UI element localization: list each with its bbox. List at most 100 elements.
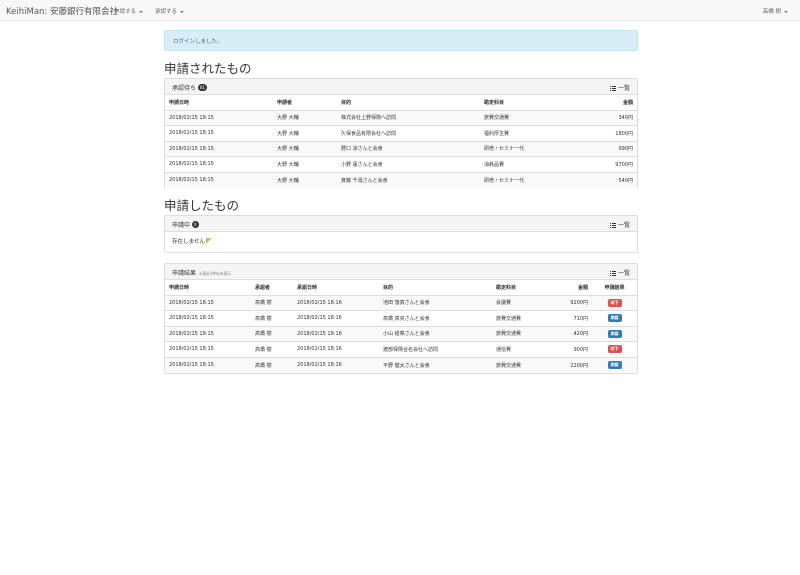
chevron-down-icon <box>180 10 185 13</box>
results-table: 申請日時 承認者 承認日時 目的 勘定科目 金額 申請結果 2018/02/15… <box>165 280 637 373</box>
cell-approver: 高橋 樹 <box>251 310 293 326</box>
user-menu[interactable]: 高橋 樹 <box>763 7 788 15</box>
results-list-link[interactable]: 一覧 <box>609 268 630 277</box>
cell-approver: 高橋 樹 <box>251 356 293 373</box>
brand-link[interactable]: KeihiMan: 安藤銀行有限会社 <box>6 5 118 17</box>
cell-amount: 9700円 <box>580 156 637 172</box>
pending-title-label: 承認待ち <box>172 85 197 92</box>
col-purpose: 目的 <box>379 280 492 296</box>
cell-purpose: 斉藤 千尋さんと会食 <box>337 171 480 188</box>
applying-title: 申請中 0 <box>172 220 199 229</box>
results-panel-heading: 申請結果 ※直近5件のみ表示 一覧 <box>165 264 637 280</box>
col-amount: 金額 <box>580 95 637 111</box>
applying-count-badge: 0 <box>192 221 199 228</box>
cell-result: 承認 <box>592 325 637 342</box>
applying-panel: 申請中 0 一覧 存在しません <box>164 215 638 253</box>
applying-title-label: 申請中 <box>172 222 191 229</box>
cell-amount: 9200円 <box>552 294 592 311</box>
party-popper-icon <box>205 238 212 244</box>
cell-approved-date: 2018/02/15 18:16 <box>293 294 379 311</box>
cell-approved-date: 2018/02/15 18:16 <box>293 356 379 373</box>
cell-applicant: 大野 大輔 <box>273 171 337 188</box>
apply-menu-label: 申請する <box>114 9 137 15</box>
cell-account: 通信費 <box>492 341 552 357</box>
list-icon <box>609 85 616 91</box>
status-badge: 承認 <box>607 314 622 323</box>
col-applicant: 申請者 <box>273 95 337 111</box>
cell-account: 旅費交通費 <box>492 356 552 373</box>
table-row[interactable]: 2018/02/15 18:15 高橋 樹 2018/02/15 18:16 高橋 真… <box>165 310 637 326</box>
col-purpose: 目的 <box>337 95 480 111</box>
col-account: 勘定科目 <box>492 280 552 296</box>
cell-date: 2018/02/15 18:15 <box>165 125 273 141</box>
table-row[interactable]: 2018/02/15 18:15 大野 大輔 斉藤 千尋さんと会食 研修・セミナー代 5… <box>165 171 637 188</box>
chevron-down-icon <box>784 10 788 13</box>
login-alert: ログインしました。 <box>164 30 638 51</box>
table-row[interactable]: 2018/02/15 18:15 高橋 樹 2018/02/15 18:16 平野 健… <box>165 356 637 373</box>
cell-account: 旅費交通費 <box>492 325 552 342</box>
pending-table: 申請日時 申請者 目的 勘定科目 金額 2018/02/15 18:15 大野 大… <box>165 95 637 188</box>
cell-account: 旅費交通費 <box>492 310 552 326</box>
cell-amount: 340円 <box>580 109 637 126</box>
approve-menu[interactable]: 承認する <box>155 7 185 15</box>
cell-purpose: 小野 蓮さんと会食 <box>337 156 480 172</box>
table-row[interactable]: 2018/02/15 18:15 高橋 樹 2018/02/15 18:16 池田 悠… <box>165 294 637 311</box>
status-badge: 承認 <box>607 329 622 338</box>
cell-result: 承認 <box>592 356 637 373</box>
applying-list-label: 一覧 <box>617 222 630 229</box>
table-row[interactable]: 2018/02/15 18:15 大野 大輔 野口 涼さんと会食 研修・セミナー代 99… <box>165 140 637 157</box>
cell-purpose: 高橋 真央さんと会食 <box>379 310 492 326</box>
cell-amount: 1800円 <box>580 125 637 141</box>
cell-applicant: 大野 大輔 <box>273 109 337 126</box>
results-list-label: 一覧 <box>617 270 630 277</box>
table-row[interactable]: 2018/02/15 18:15 高橋 樹 2018/02/15 18:16 小山 結… <box>165 325 637 342</box>
table-header-row: 申請日時 承認者 承認日時 目的 勘定科目 金額 申請結果 <box>165 280 637 296</box>
results-title-label: 申請結果 <box>172 270 197 277</box>
cell-purpose: 小山 結菜さんと会食 <box>379 325 492 342</box>
col-approver: 承認者 <box>251 280 293 296</box>
cell-approver: 高橋 樹 <box>251 294 293 311</box>
applying-list-link[interactable]: 一覧 <box>609 220 630 229</box>
apply-menu[interactable]: 申請する <box>114 7 144 15</box>
cell-result: 却下 <box>592 341 637 357</box>
cell-amount: 990円 <box>580 140 637 157</box>
empty-text: 存在しません <box>172 239 205 245</box>
mine-section-title: 申請したもの <box>164 198 240 213</box>
col-account: 勘定科目 <box>480 95 580 111</box>
col-date: 申請日時 <box>165 280 251 296</box>
cell-amount: 420円 <box>552 325 592 342</box>
cell-date: 2018/02/15 18:15 <box>165 294 251 311</box>
table-row[interactable]: 2018/02/15 18:15 大野 大輔 久保食品有限会社へ訪問 福利厚生費 180… <box>165 125 637 141</box>
cell-account: 研修・セミナー代 <box>480 171 580 188</box>
col-date: 申請日時 <box>165 95 273 111</box>
pending-panel: 承認待ち 81 一覧 申請日時 申請者 目的 勘定科目 金額 2018/02/15… <box>164 78 638 188</box>
pending-list-label: 一覧 <box>617 85 630 92</box>
cell-date: 2018/02/15 18:15 <box>165 171 273 188</box>
cell-purpose: 池田 悠真さんと会食 <box>379 294 492 311</box>
cell-approved-date: 2018/02/15 18:16 <box>293 310 379 326</box>
received-section-title: 申請されたもの <box>164 61 252 76</box>
cell-amount: 540円 <box>580 171 637 188</box>
table-row[interactable]: 2018/02/15 18:15 大野 大輔 株式会社上野保険へ訪問 旅費交通費 340… <box>165 109 637 126</box>
status-badge: 承認 <box>607 361 622 369</box>
results-title: 申請結果 ※直近5件のみ表示 <box>172 268 231 277</box>
cell-approved-date: 2018/02/15 18:16 <box>293 341 379 357</box>
table-row[interactable]: 2018/02/15 18:15 高橋 樹 2018/02/15 18:16 渡部保険… <box>165 341 637 357</box>
status-badge: 却下 <box>607 345 622 354</box>
alert-message: ログインしました。 <box>173 39 223 45</box>
pending-count-badge: 81 <box>198 84 208 91</box>
cell-account: 会議費 <box>492 294 552 311</box>
pending-list-link[interactable]: 一覧 <box>609 83 630 92</box>
applying-empty: 存在しません <box>165 232 637 252</box>
user-name: 高橋 樹 <box>762 9 781 15</box>
cell-date: 2018/02/15 18:15 <box>165 156 273 172</box>
cell-account: 消耗品費 <box>480 156 580 172</box>
cell-approver: 高橋 樹 <box>251 325 293 342</box>
cell-account: 旅費交通費 <box>480 109 580 126</box>
cell-date: 2018/02/15 18:15 <box>165 310 251 326</box>
pending-title: 承認待ち 81 <box>172 83 208 92</box>
table-row[interactable]: 2018/02/15 18:15 大野 大輔 小野 蓮さんと会食 消耗品費 9700円 <box>165 156 637 172</box>
cell-purpose: 平野 健太さんと会食 <box>379 356 492 373</box>
cell-account: 研修・セミナー代 <box>480 140 580 157</box>
status-badge: 却下 <box>607 298 622 307</box>
